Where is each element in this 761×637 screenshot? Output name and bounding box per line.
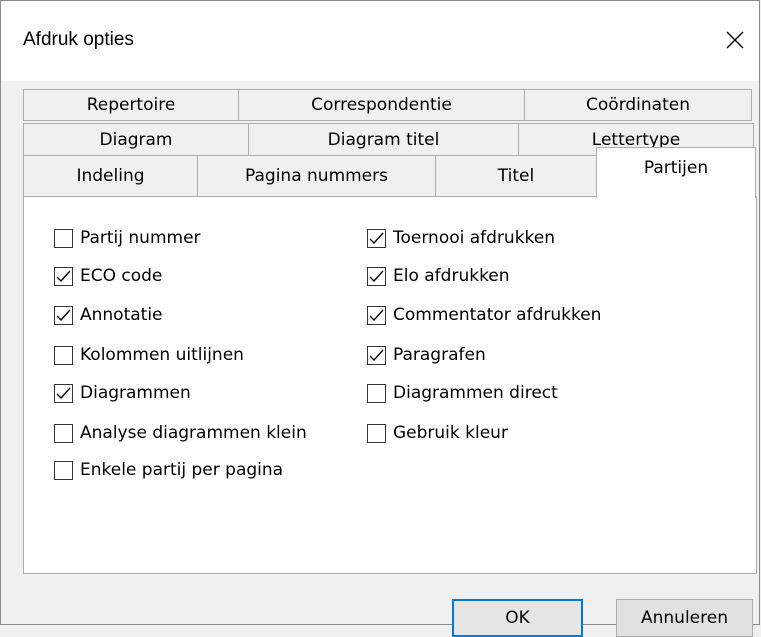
tab-correspondentie[interactable]: Correspondentie [238,89,525,121]
option-enkele-partij-per-pagina[interactable]: Enkele partij per pagina [54,457,283,483]
option-annotatie[interactable]: Annotatie [54,302,163,328]
checkbox[interactable] [54,423,73,443]
option-toernooi-afdrukken[interactable]: Toernooi afdrukken [367,225,555,251]
checkmark-icon [369,309,384,321]
checkbox[interactable] [54,460,73,480]
option-label: Partij nummer [80,228,201,248]
option-gebruik-kleur[interactable]: Gebruik kleur [367,420,508,446]
checkbox[interactable] [367,305,386,325]
checkmark-icon [369,349,384,361]
partijen-panel: Partij nummer ECO code Annotatie Kolomme… [23,196,757,574]
tab-indeling[interactable]: Indeling [23,155,198,197]
option-label: Kolommen uitlijnen [80,345,244,365]
tab-row-1: Repertoire Correspondentie Coördinaten [23,89,752,121]
option-commentator-afdrukken[interactable]: Commentator afdrukken [367,302,601,328]
option-diagrammen-direct[interactable]: Diagrammen direct [367,380,558,406]
option-paragrafen[interactable]: Paragrafen [367,342,486,368]
option-analyse-diagrammen-klein[interactable]: Analyse diagrammen klein [54,420,307,446]
tab-titel[interactable]: Titel [435,155,597,197]
checkbox[interactable] [367,228,386,248]
option-label: Diagrammen [80,383,191,403]
checkbox[interactable] [54,228,73,248]
option-label: Elo afdrukken [393,266,510,286]
dialog-title: Afdruk opties [23,29,134,50]
tab-pagina-nummers[interactable]: Pagina nummers [197,155,436,197]
option-eco-code[interactable]: ECO code [54,263,162,289]
option-label: Commentator afdrukken [393,305,602,325]
tab-diagram[interactable]: Diagram [23,123,249,156]
option-label: Gebruik kleur [393,423,508,443]
ok-button[interactable]: OK [452,599,583,637]
tab-partijen[interactable]: Partijen [596,147,756,198]
checkbox[interactable] [54,266,73,286]
checkmark-icon [369,270,384,282]
checkbox[interactable] [54,383,73,403]
tab-repertoire[interactable]: Repertoire [23,89,239,121]
option-label: Enkele partij per pagina [80,460,284,480]
option-label: Paragrafen [393,345,486,365]
checkmark-icon [56,387,71,399]
option-label: Analyse diagrammen klein [80,423,307,443]
tab-coordinaten[interactable]: Coördinaten [524,89,752,121]
checkbox[interactable] [367,423,386,443]
checkmark-icon [56,270,71,282]
option-elo-afdrukken[interactable]: Elo afdrukken [367,263,510,289]
checkbox[interactable] [367,345,386,365]
close-button[interactable] [717,23,753,57]
close-icon [726,31,744,49]
cancel-button[interactable]: Annuleren [616,599,753,637]
option-kolommen-uitlijnen[interactable]: Kolommen uitlijnen [54,342,244,368]
tab-row-3: Indeling Pagina nummers Titel Partijen [23,147,757,198]
print-options-dialog: Afdruk opties Repertoire Correspondentie… [0,0,760,637]
option-diagrammen[interactable]: Diagrammen [54,380,191,406]
option-label: Annotatie [80,305,163,325]
checkmark-icon [369,232,384,244]
option-label: ECO code [80,266,163,286]
checkbox[interactable] [367,266,386,286]
tab-diagram-titel[interactable]: Diagram titel [248,123,519,156]
option-label: Diagrammen direct [393,383,558,403]
option-label: Toernooi afdrukken [393,228,556,248]
checkbox[interactable] [54,305,73,325]
checkbox[interactable] [367,383,386,403]
option-partij-nummer[interactable]: Partij nummer [54,225,201,251]
title-bar: Afdruk opties [1,1,759,81]
checkbox[interactable] [54,345,73,365]
checkmark-icon [56,309,71,321]
